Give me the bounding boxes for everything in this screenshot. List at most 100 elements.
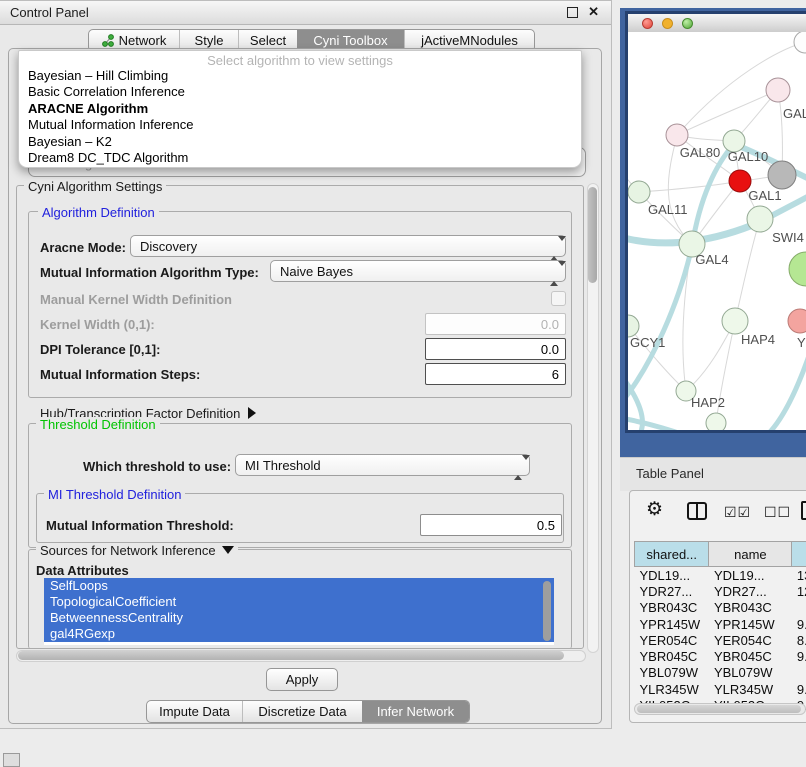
zoom-traffic-light-icon[interactable] — [682, 18, 693, 29]
float-window-icon[interactable] — [567, 7, 578, 18]
table-cell[interactable]: YDL19... — [709, 567, 792, 584]
table-cell[interactable]: 8. — [792, 632, 806, 648]
table-row[interactable]: YBR045CYBR045C9. — [635, 648, 806, 664]
table-panel-header: Table Panel — [620, 457, 806, 491]
algorithm-option[interactable]: Bayesian – Hill Climbing — [28, 68, 168, 84]
close-icon[interactable]: ✕ — [588, 4, 599, 20]
export-table-icon[interactable] — [801, 501, 806, 520]
network-node-gal11[interactable] — [628, 181, 650, 203]
table-cell[interactable]: YDR27... — [709, 583, 792, 599]
node-label: GAL10 — [728, 149, 768, 164]
data-attributes-list[interactable]: SelfLoopsTopologicalCoefficientBetweenne… — [44, 578, 554, 645]
dpi-tolerance-field[interactable]: 0.0 — [425, 338, 566, 360]
kernel-width-field[interactable]: 0.0 — [425, 313, 566, 335]
table-cell[interactable]: YBL079W — [709, 665, 792, 681]
column-layout-icon[interactable] — [687, 502, 707, 520]
table-cell[interactable]: YER054C — [635, 632, 709, 648]
network-window-titlebar[interactable] — [628, 14, 806, 33]
select-all-checkboxes-icon[interactable]: ☑☑ — [724, 504, 751, 521]
gear-icon[interactable]: ⚙ — [646, 498, 663, 521]
algorithm-definition-title: Algorithm Definition — [38, 205, 159, 220]
table-row[interactable]: YDL19...YDL19...13 — [635, 567, 806, 584]
node-label: Y — [797, 335, 806, 350]
network-node[interactable] — [706, 413, 726, 430]
tab-discretize-data[interactable]: Discretize Data — [242, 701, 362, 722]
algorithm-dropdown-popup: Select algorithm to view settings Bayesi… — [18, 50, 582, 168]
table-cell[interactable]: YDR27... — [635, 583, 709, 599]
table-cell[interactable]: 9. — [792, 648, 806, 664]
table-row[interactable]: YPR145WYPR145W9. — [635, 616, 806, 632]
tab-discretize-data-label: Discretize Data — [258, 704, 346, 719]
data-attribute-item[interactable]: TopologicalCoefficient — [44, 594, 554, 610]
network-node[interactable] — [768, 161, 796, 189]
table-horizontal-scrollbar-thumb[interactable] — [637, 705, 801, 713]
table-cell[interactable]: YDL19... — [635, 567, 709, 584]
control-panel-titlebar[interactable]: Control Panel ✕ — [0, 1, 611, 25]
settings-vertical-scrollbar-thumb[interactable] — [588, 187, 597, 283]
apply-button[interactable]: Apply — [266, 668, 338, 691]
network-node-swi4[interactable] — [747, 206, 773, 232]
table-cell[interactable]: YBL079W — [635, 665, 709, 681]
column-header-name[interactable]: name — [709, 542, 792, 567]
table-row[interactable]: YLR345WYLR345W9. — [635, 681, 806, 697]
algorithm-option[interactable]: Mutual Information Inference — [28, 117, 193, 133]
table-row[interactable]: YDR27...YDR27...12 — [635, 583, 806, 599]
network-node-gal[interactable] — [766, 78, 790, 102]
column-header-shared-name[interactable]: shared... — [635, 542, 709, 567]
network-canvas[interactable]: GALGAL80GAL10GAL1GAL11SWI4GAL4GCY1HAP4YH… — [628, 32, 806, 430]
table-cell[interactable]: YBR045C — [635, 648, 709, 664]
column-header-partial[interactable] — [792, 542, 806, 567]
table-cell[interactable]: YPR145W — [635, 616, 709, 632]
attributes-list-scrollbar[interactable] — [543, 581, 551, 641]
close-traffic-light-icon[interactable] — [642, 18, 653, 29]
which-threshold-combobox[interactable]: MI Threshold — [235, 454, 530, 476]
stepper-arrows-icon — [550, 241, 559, 256]
network-node-gcy1[interactable] — [628, 315, 639, 337]
network-icon — [102, 34, 114, 47]
mi-threshold-field[interactable]: 0.5 — [420, 514, 562, 536]
table-cell[interactable] — [792, 665, 806, 681]
deselect-all-checkboxes-icon[interactable]: ☐☐ — [764, 504, 791, 521]
network-node[interactable] — [789, 252, 806, 286]
table-horizontal-scrollbar[interactable] — [634, 703, 806, 715]
algorithm-option[interactable]: ARACNE Algorithm — [28, 101, 148, 117]
table-cell[interactable]: YER054C — [709, 632, 792, 648]
table-cell[interactable] — [792, 600, 806, 616]
network-node[interactable] — [794, 32, 806, 53]
tab-impute-data[interactable]: Impute Data — [147, 701, 242, 722]
network-node-y[interactable] — [788, 309, 806, 333]
table-cell[interactable]: 9. — [792, 681, 806, 697]
network-node-gal80[interactable] — [666, 124, 688, 146]
settings-horizontal-scrollbar-thumb[interactable] — [18, 651, 564, 660]
table-row[interactable]: YBL079WYBL079W — [635, 665, 806, 681]
stepper-arrows-icon — [550, 266, 559, 281]
network-node-hap4[interactable] — [722, 308, 748, 334]
mi-threshold-title: MI Threshold Definition — [44, 487, 185, 502]
data-attribute-item[interactable]: BetweennessCentrality — [44, 610, 554, 626]
table-cell[interactable]: YBR045C — [709, 648, 792, 664]
manual-kernel-width-checkbox[interactable] — [551, 291, 566, 306]
aracne-mode-combobox[interactable]: Discovery — [130, 235, 566, 257]
tab-infer-network[interactable]: Infer Network — [362, 701, 469, 722]
table-panel-title: Table Panel — [636, 466, 704, 481]
table-cell[interactable]: YLR345W — [635, 681, 709, 697]
algorithm-option[interactable]: Dream8 DC_TDC Algorithm — [28, 150, 188, 166]
table-cell[interactable]: YPR145W — [709, 616, 792, 632]
data-attribute-item[interactable]: SelfLoops — [44, 578, 554, 594]
mi-steps-field[interactable]: 6 — [425, 363, 566, 385]
data-attribute-item[interactable]: gal4RGexp — [44, 626, 554, 642]
algorithm-dropdown-placeholder: Select algorithm to view settings — [19, 53, 581, 68]
table-cell[interactable]: 13 — [792, 567, 806, 584]
table-row[interactable]: YBR043CYBR043C — [635, 600, 806, 616]
table-cell[interactable]: YBR043C — [709, 600, 792, 616]
algorithm-option[interactable]: Basic Correlation Inference — [28, 84, 185, 100]
table-cell[interactable]: 12 — [792, 583, 806, 599]
table-cell[interactable]: YBR043C — [635, 600, 709, 616]
algorithm-option[interactable]: Bayesian – K2 — [28, 134, 112, 150]
table-row[interactable]: YER054CYER054C8. — [635, 632, 806, 648]
table-cell[interactable]: YLR345W — [709, 681, 792, 697]
minimize-traffic-light-icon[interactable] — [662, 18, 673, 29]
mi-algorithm-type-combobox[interactable]: Naive Bayes — [270, 260, 566, 282]
sources-title[interactable]: Sources for Network Inference — [36, 543, 238, 558]
table-cell[interactable]: 9. — [792, 616, 806, 632]
